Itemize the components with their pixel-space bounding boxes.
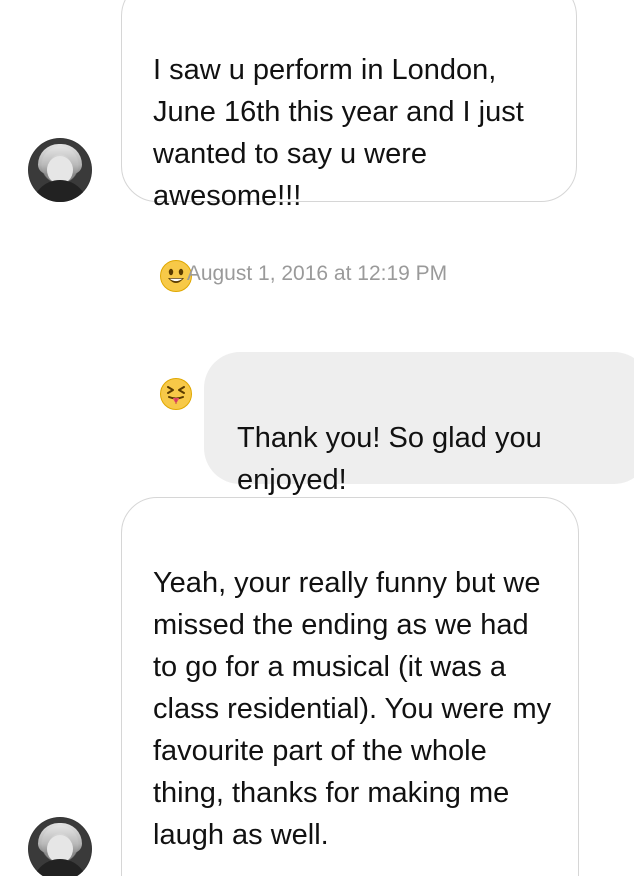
outgoing-message-bubble[interactable]: Thank you! So glad you enjoyed! bbox=[204, 352, 634, 496]
message-text: Yeah, your really funny but we missed th… bbox=[153, 567, 552, 851]
incoming-message-bubble[interactable]: Yeah, your really funny but we missed th… bbox=[121, 497, 579, 876]
avatar-shoulder bbox=[32, 180, 88, 202]
message-timestamp: August 1, 2016 at 12:19 PM bbox=[186, 262, 448, 285]
tongue-out-face-emoji bbox=[159, 335, 193, 453]
avatar-shoulder bbox=[32, 859, 88, 876]
message-text: I saw u perform in London, June 16th thi… bbox=[153, 54, 524, 212]
sender-avatar[interactable] bbox=[28, 138, 92, 202]
incoming-message-bubble[interactable]: I saw u perform in London, June 16th thi… bbox=[121, 0, 577, 410]
chat-thread: I saw u perform in London, June 16th thi… bbox=[0, 0, 634, 876]
sender-avatar[interactable] bbox=[28, 817, 92, 876]
message-text: Thank you! So glad you enjoyed! bbox=[237, 422, 542, 496]
